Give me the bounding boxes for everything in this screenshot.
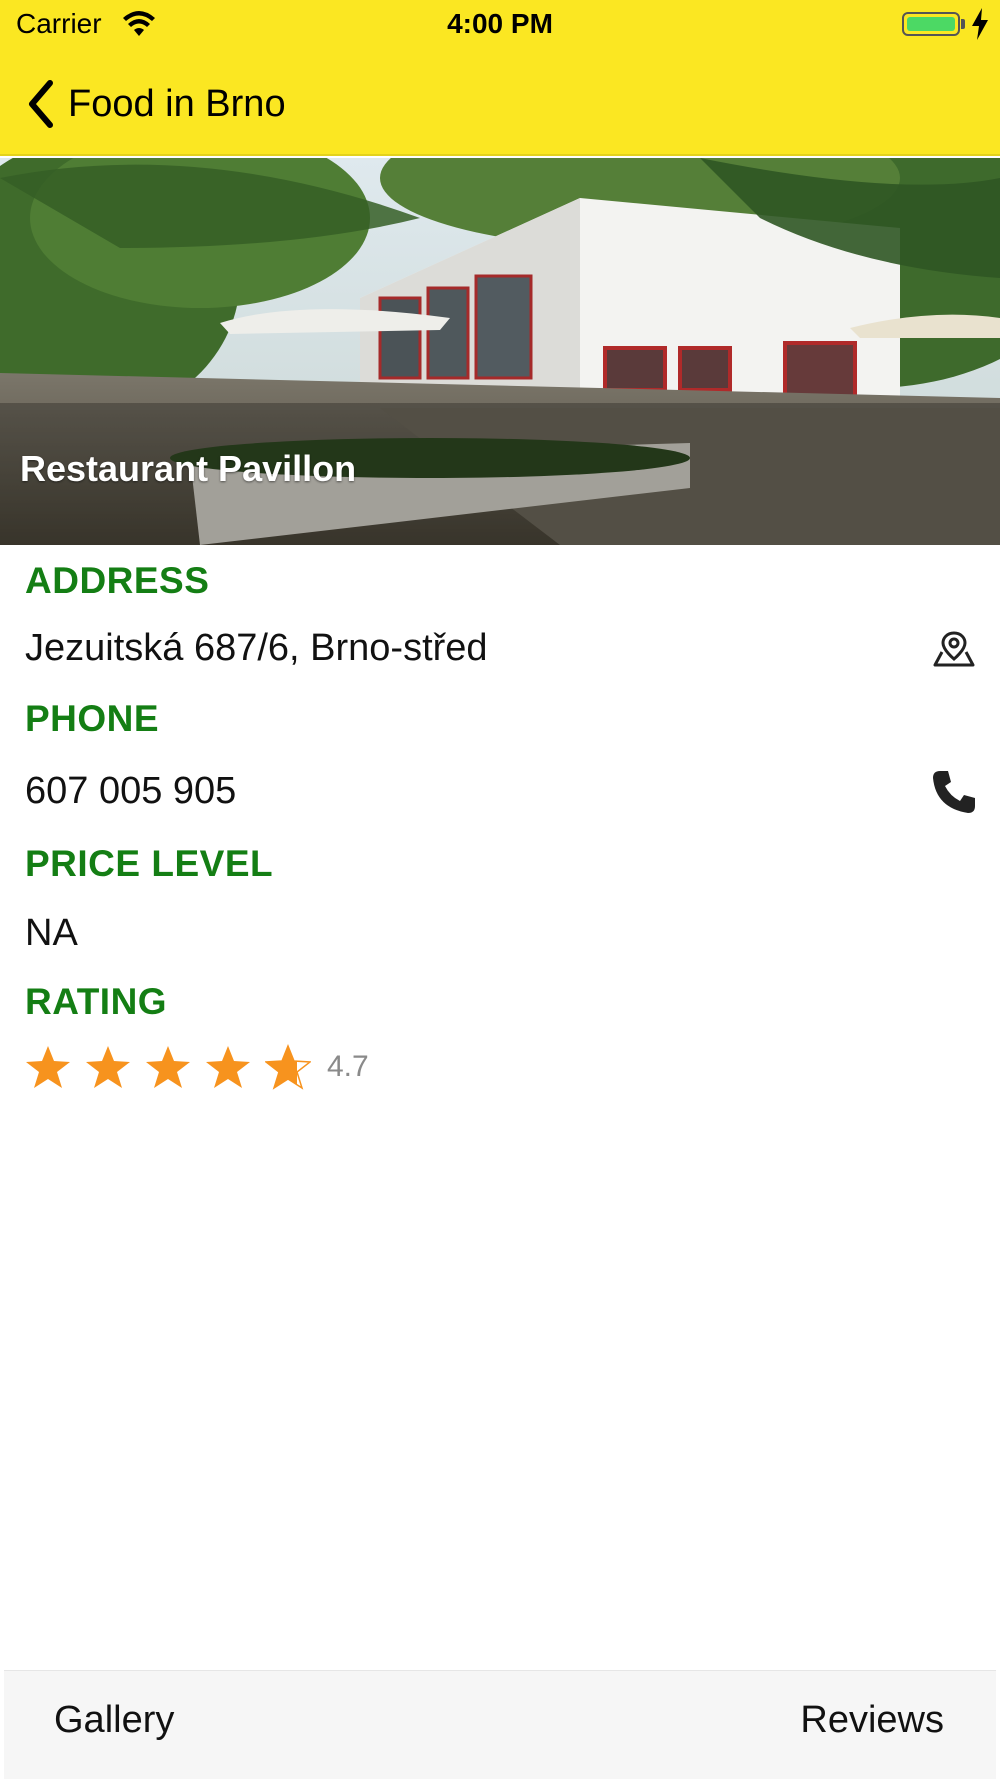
clock: 4:00 PM [447, 8, 553, 39]
restaurant-name: Restaurant Pavillon [20, 448, 357, 489]
star-icon [146, 1046, 190, 1088]
phone-icon[interactable] [930, 768, 978, 816]
reviews-button[interactable]: Reviews [800, 1699, 944, 1742]
battery-icon [902, 12, 960, 36]
back-button-label: Food in Brno [68, 82, 286, 125]
bottom-toolbar: Gallery Reviews [4, 1670, 996, 1779]
status-bar: Carrier 4:00 PM [0, 0, 1000, 50]
partial-star-icon [265, 1044, 311, 1090]
price-level-label: PRICE LEVEL [25, 843, 274, 884]
chevron-left-icon [29, 80, 53, 128]
price-level-value: NA [25, 912, 78, 954]
charging-bolt-icon [972, 8, 988, 40]
navigation-bar: Food in Brno [0, 60, 1000, 148]
rating-value: 4.7 [327, 1050, 369, 1083]
rating-stars: 4.7 [25, 1042, 369, 1092]
back-button[interactable]: Food in Brno [26, 72, 286, 136]
map-pin-icon[interactable] [932, 630, 976, 668]
star-icon [26, 1046, 70, 1088]
address-label: ADDRESS [25, 560, 210, 601]
battery-tip [961, 19, 965, 29]
phone-label: PHONE [25, 698, 160, 739]
phone-value: 607 005 905 [25, 770, 237, 812]
address-value: Jezuitská 687/6, Brno-střed [25, 627, 488, 669]
gallery-button[interactable]: Gallery [54, 1699, 174, 1742]
star-icon [206, 1046, 250, 1088]
rating-label: RATING [25, 981, 168, 1022]
star-icon [86, 1046, 130, 1088]
top-bar: Carrier 4:00 PM Food in Brno [0, 0, 1000, 156]
